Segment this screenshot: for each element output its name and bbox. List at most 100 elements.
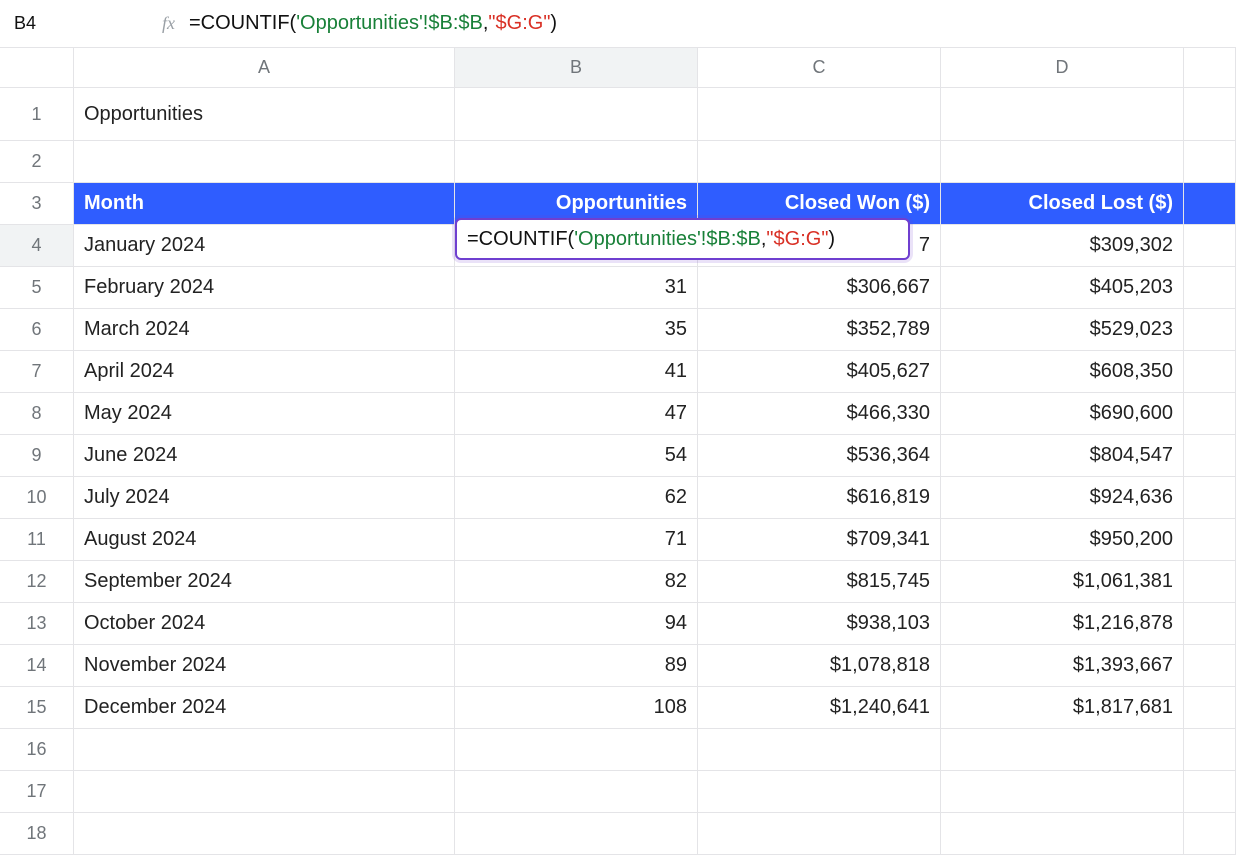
row-header-18[interactable]: 18 <box>0 813 74 855</box>
row-header-3[interactable]: 3 <box>0 183 74 225</box>
col-header-a[interactable]: A <box>74 48 455 88</box>
row-header-9[interactable]: 9 <box>0 435 74 477</box>
cell-b16[interactable] <box>455 729 698 771</box>
row-header-6[interactable]: 6 <box>0 309 74 351</box>
header-closed-lost[interactable]: Closed Lost ($) <box>941 183 1184 225</box>
cell-b2[interactable] <box>455 141 698 183</box>
cell-e9[interactable] <box>1184 435 1236 477</box>
col-header-blank[interactable] <box>1184 48 1236 88</box>
cell-c16[interactable] <box>698 729 941 771</box>
cell-d14[interactable]: $1,393,667 <box>941 645 1184 687</box>
row-header-2[interactable]: 2 <box>0 141 74 183</box>
cell-e17[interactable] <box>1184 771 1236 813</box>
row-header-12[interactable]: 12 <box>0 561 74 603</box>
col-header-d[interactable]: D <box>941 48 1184 88</box>
row-header-1[interactable]: 1 <box>0 88 74 141</box>
cell-d8[interactable]: $690,600 <box>941 393 1184 435</box>
row-header-13[interactable]: 13 <box>0 603 74 645</box>
cell-c2[interactable] <box>698 141 941 183</box>
cell-b5[interactable]: 31 <box>455 267 698 309</box>
cell-e13[interactable] <box>1184 603 1236 645</box>
cell-c15[interactable]: $1,240,641 <box>698 687 941 729</box>
cell-b11[interactable]: 71 <box>455 519 698 561</box>
cell-b17[interactable] <box>455 771 698 813</box>
cell-b13[interactable]: 94 <box>455 603 698 645</box>
cell-a6[interactable]: March 2024 <box>74 309 455 351</box>
col-header-b[interactable]: B <box>455 48 698 88</box>
cell-b15[interactable]: 108 <box>455 687 698 729</box>
cell-b7[interactable]: 41 <box>455 351 698 393</box>
cell-b12[interactable]: 82 <box>455 561 698 603</box>
cell-a7[interactable]: April 2024 <box>74 351 455 393</box>
cell-a8[interactable]: May 2024 <box>74 393 455 435</box>
cell-e12[interactable] <box>1184 561 1236 603</box>
cell-d7[interactable]: $608,350 <box>941 351 1184 393</box>
cell-b8[interactable]: 47 <box>455 393 698 435</box>
cell-e5[interactable] <box>1184 267 1236 309</box>
cell-e4[interactable] <box>1184 225 1236 267</box>
cell-a15[interactable]: December 2024 <box>74 687 455 729</box>
cell-e16[interactable] <box>1184 729 1236 771</box>
formula-bar[interactable]: =COUNTIF( 'Opportunities'!$B:$B , "$G:G"… <box>189 12 1236 35</box>
cell-d15[interactable]: $1,817,681 <box>941 687 1184 729</box>
cell-e14[interactable] <box>1184 645 1236 687</box>
cell-a17[interactable] <box>74 771 455 813</box>
cell-a16[interactable] <box>74 729 455 771</box>
cell-b9[interactable]: 54 <box>455 435 698 477</box>
cell-e8[interactable] <box>1184 393 1236 435</box>
cell-a2[interactable] <box>74 141 455 183</box>
row-header-4[interactable]: 4 <box>0 225 74 267</box>
cell-b6[interactable]: 35 <box>455 309 698 351</box>
col-header-c[interactable]: C <box>698 48 941 88</box>
cell-a18[interactable] <box>74 813 455 855</box>
row-header-16[interactable]: 16 <box>0 729 74 771</box>
cell-e1[interactable] <box>1184 88 1236 141</box>
cell-b18[interactable] <box>455 813 698 855</box>
cell-e18[interactable] <box>1184 813 1236 855</box>
cell-e3[interactable] <box>1184 183 1236 225</box>
cell-c18[interactable] <box>698 813 941 855</box>
cell-e15[interactable] <box>1184 687 1236 729</box>
cell-c9[interactable]: $536,364 <box>698 435 941 477</box>
cell-d1[interactable] <box>941 88 1184 141</box>
cell-d11[interactable]: $950,200 <box>941 519 1184 561</box>
cell-c7[interactable]: $405,627 <box>698 351 941 393</box>
row-header-8[interactable]: 8 <box>0 393 74 435</box>
row-header-5[interactable]: 5 <box>0 267 74 309</box>
cell-a14[interactable]: November 2024 <box>74 645 455 687</box>
cell-e10[interactable] <box>1184 477 1236 519</box>
cell-a10[interactable]: July 2024 <box>74 477 455 519</box>
cell-d18[interactable] <box>941 813 1184 855</box>
cell-a11[interactable]: August 2024 <box>74 519 455 561</box>
cell-c6[interactable]: $352,789 <box>698 309 941 351</box>
cell-d4[interactable]: $309,302 <box>941 225 1184 267</box>
cell-d13[interactable]: $1,216,878 <box>941 603 1184 645</box>
cell-a5[interactable]: February 2024 <box>74 267 455 309</box>
cell-a9[interactable]: June 2024 <box>74 435 455 477</box>
cell-c17[interactable] <box>698 771 941 813</box>
cell-d17[interactable] <box>941 771 1184 813</box>
cell-d5[interactable]: $405,203 <box>941 267 1184 309</box>
cell-a1[interactable]: Opportunities <box>74 88 455 141</box>
cell-e11[interactable] <box>1184 519 1236 561</box>
cell-a12[interactable]: September 2024 <box>74 561 455 603</box>
cell-e6[interactable] <box>1184 309 1236 351</box>
cell-c10[interactable]: $616,819 <box>698 477 941 519</box>
cell-e7[interactable] <box>1184 351 1236 393</box>
cell-d16[interactable] <box>941 729 1184 771</box>
spreadsheet-grid[interactable]: A B C D 1 Opportunities 2 3 Month Opport… <box>0 48 1236 855</box>
cell-c8[interactable]: $466,330 <box>698 393 941 435</box>
cell-c11[interactable]: $709,341 <box>698 519 941 561</box>
cell-d2[interactable] <box>941 141 1184 183</box>
header-month[interactable]: Month <box>74 183 455 225</box>
cell-editor-b4[interactable]: =COUNTIF( 'Opportunities'!$B:$B , "$G:G"… <box>455 218 910 260</box>
name-box[interactable]: B4 <box>0 13 74 34</box>
cell-c14[interactable]: $1,078,818 <box>698 645 941 687</box>
select-all-corner[interactable] <box>0 48 74 88</box>
cell-d6[interactable]: $529,023 <box>941 309 1184 351</box>
cell-d9[interactable]: $804,547 <box>941 435 1184 477</box>
cell-c5[interactable]: $306,667 <box>698 267 941 309</box>
row-header-17[interactable]: 17 <box>0 771 74 813</box>
cell-b1[interactable] <box>455 88 698 141</box>
cell-a13[interactable]: October 2024 <box>74 603 455 645</box>
